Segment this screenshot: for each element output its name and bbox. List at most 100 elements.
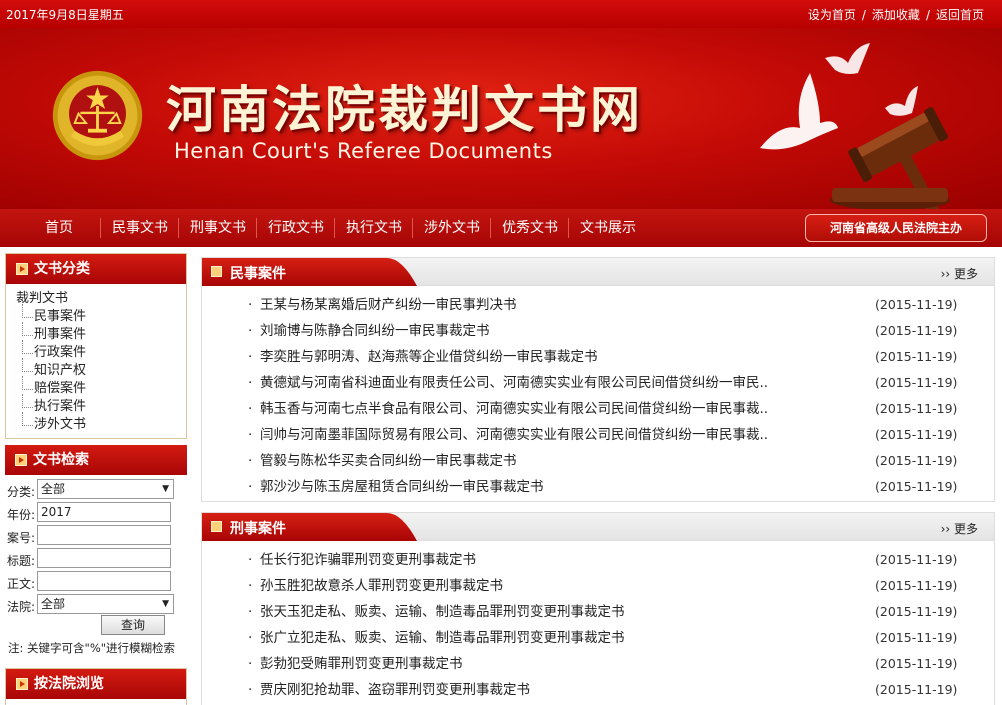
top-bar: 2017年9月8日星期五 设为首页 / 添加收藏 / 返回首页 [0,0,1002,28]
list-item[interactable]: · 孙玉胜犯故意杀人罪刑罚变更刑事裁定书 (2015-11-19) [202,573,994,599]
search-header: 文书检索 [5,445,187,475]
tree-item-ip[interactable]: 知识产权 [16,358,186,380]
list-item[interactable]: · 黄德斌与河南省科迪面业有限责任公司、河南德实实业有限公司民间借贷纠纷一审民..… [202,370,994,396]
form-row-case-no: 案号: [5,524,187,547]
tree-item-criminal[interactable]: 刑事案件 [16,322,186,344]
arrow-square-icon [211,266,222,277]
case-title[interactable]: 黄德斌与河南省科迪面业有限责任公司、河南德实实业有限公司民间借贷纠纷一审民.. [260,370,800,396]
criminal-panel-header: 刑事案件 ›› 更多 [202,513,994,541]
nav-divider [490,218,491,238]
form-row-court: 法院: 全部 [5,593,187,616]
arrow-square-icon [16,263,28,275]
category-tree: 裁判文书 民事案件 刑事案件 行政案件 知识产权 赔偿案件 执行案件 涉外文书 [6,284,186,434]
list-item[interactable]: · 李奕胜与郭明涛、赵海燕等企业借贷纠纷一审民事裁定书 (2015-11-19) [202,344,994,370]
bullet: · [248,656,253,672]
civil-more-link[interactable]: ›› 更多 [941,265,978,282]
nav-item-excellent[interactable]: 优秀文书 [502,209,558,247]
list-item[interactable]: · 张天玉犯走私、贩卖、运输、制造毒品罪刑罚变更刑事裁定书 (2015-11-19) [202,599,994,625]
case-date: (2015-11-19) [875,656,958,671]
body-input[interactable] [37,571,171,591]
back-home-link[interactable]: 返回首页 [936,8,984,22]
category-select[interactable]: 全部 [37,479,174,499]
nav-divider [256,218,257,238]
case-no-input[interactable] [37,525,171,545]
case-date: (2015-11-19) [875,479,958,494]
case-title[interactable]: 孙玉胜犯故意杀人罪刑罚变更刑事裁定书 [260,573,800,599]
case-title[interactable]: 彭勃犯受贿罪刑罚变更刑事裁定书 [260,651,800,677]
bullet: · [248,375,253,391]
main-nav: 首页 民事文书 刑事文书 行政文书 执行文书 涉外文书 优秀文书 文书展示 河南… [0,209,1002,247]
criminal-more-link[interactable]: ›› 更多 [941,520,978,537]
bullet: · [248,552,253,568]
year-label: 年份: [7,508,36,522]
case-title[interactable]: 任长行犯诈骗罪刑罚变更刑事裁定书 [260,547,800,573]
case-title[interactable]: 韩玉香与河南七点半食品有限公司、河南德实实业有限公司民间借贷纠纷一审民事裁.. [260,396,800,422]
case-date: (2015-11-19) [875,630,958,645]
tree-item-compensation[interactable]: 赔偿案件 [16,376,186,398]
case-date: (2015-11-19) [875,552,958,567]
nav-item-civil[interactable]: 民事文书 [112,209,168,247]
year-input[interactable]: 2017 [37,502,171,522]
case-title[interactable]: 郭沙沙与陈玉房屋租赁合同纠纷一审民事裁定书 [260,474,800,500]
court-select[interactable]: 全部 [37,594,174,614]
civil-panel-title: 民事案件 [230,266,286,282]
case-date: (2015-11-19) [875,401,958,416]
search-hint: 注: 关键字可含"%"进行模糊检索 [8,641,176,655]
search-form: 分类: 全部 年份: 2017 案号: 标题: 正文: 法院: 全部 [5,478,187,616]
tree-item-execution[interactable]: 执行案件 [16,394,186,416]
nav-item-foreign[interactable]: 涉外文书 [424,209,480,247]
nav-item-showcase[interactable]: 文书展示 [580,209,636,247]
site-banner: 河南法院裁判文书网 Henan Court's Referee Document… [0,28,1002,209]
arrow-square-icon [15,454,27,466]
add-favorite-link[interactable]: 添加收藏 [872,8,920,22]
tree-item-administrative[interactable]: 行政案件 [16,340,186,362]
case-title[interactable]: 刘瑜博与陈静合同纠纷一审民事裁定书 [260,318,800,344]
browse-title: 按法院浏览 [34,676,104,692]
title-label: 标题: [7,554,36,568]
form-row-year: 年份: 2017 [5,501,187,524]
nav-divider [568,218,569,238]
case-title[interactable]: 李奕胜与郭明涛、赵海燕等企业借贷纠纷一审民事裁定书 [260,344,800,370]
list-item[interactable]: · 贾庆刚犯抢劫罪、盗窃罪刑罚变更刑事裁定书 (2015-11-19) [202,677,994,703]
form-row-title: 标题: [5,547,187,570]
list-item[interactable]: · 王某与杨某离婚后财产纠纷一审民事判决书 (2015-11-19) [202,292,994,318]
list-item[interactable]: · 郭沙沙与陈玉房屋租赁合同纠纷一审民事裁定书 (2015-11-19) [202,474,994,500]
case-title[interactable]: 张天玉犯走私、贩卖、运输、制造毒品罪刑罚变更刑事裁定书 [260,599,800,625]
list-item[interactable]: · 彭勃犯受贿罪刑罚变更刑事裁定书 (2015-11-19) [202,651,994,677]
criminal-panel-title: 刑事案件 [230,521,286,537]
list-item[interactable]: · 韩玉香与河南七点半食品有限公司、河南德实实业有限公司民间借贷纠纷一审民事裁..… [202,396,994,422]
case-title[interactable]: 贾庆刚犯抢劫罪、盗窃罪刑罚变更刑事裁定书 [260,677,800,703]
bullet: · [248,427,253,443]
case-title[interactable]: 王某与杨某离婚后财产纠纷一审民事判决书 [260,292,800,318]
list-item[interactable]: · 闫帅与河南墨菲国际贸易有限公司、河南德实实业有限公司民间借贷纠纷一审民事裁..… [202,422,994,448]
case-no-label: 案号: [7,531,36,545]
nav-item-administrative[interactable]: 行政文书 [268,209,324,247]
nav-item-execution[interactable]: 执行文书 [346,209,402,247]
case-title[interactable]: 闫帅与河南墨菲国际贸易有限公司、河南德实实业有限公司民间借贷纠纷一审民事裁.. [260,422,800,448]
link-separator: / [861,8,866,22]
nav-item-criminal[interactable]: 刑事文书 [190,209,246,247]
nav-divider [100,218,101,238]
list-item[interactable]: · 任长行犯诈骗罪刑罚变更刑事裁定书 (2015-11-19) [202,547,994,573]
list-item[interactable]: · 张广立犯走私、贩卖、运输、制造毒品罪刑罚变更刑事裁定书 (2015-11-19) [202,625,994,651]
sponsor-badge: 河南省高级人民法院主办 [805,214,987,242]
case-title[interactable]: 张广立犯走私、贩卖、运输、制造毒品罪刑罚变更刑事裁定书 [260,625,800,651]
tree-item-civil[interactable]: 民事案件 [16,304,186,326]
nav-item-home[interactable]: 首页 [45,209,73,247]
arrow-square-icon [16,678,28,690]
title-input[interactable] [37,548,171,568]
set-homepage-link[interactable]: 设为首页 [808,8,856,22]
civil-panel: 民事案件 ›› 更多 · 王某与杨某离婚后财产纠纷一审民事判决书 (2015-11-… [201,257,995,502]
body-label: 正文: [7,577,36,591]
form-row-category: 分类: 全部 [5,478,187,501]
case-title[interactable]: 管毅与陈松华买卖合同纠纷一审民事裁定书 [260,448,800,474]
case-date: (2015-11-19) [875,453,958,468]
list-item[interactable]: · 管毅与陈松华买卖合同纠纷一审民事裁定书 (2015-11-19) [202,448,994,474]
case-date: (2015-11-19) [875,604,958,619]
list-item[interactable]: · 刘瑜博与陈静合同纠纷一审民事裁定书 (2015-11-19) [202,318,994,344]
tree-item-foreign[interactable]: 涉外文书 [16,412,186,434]
bullet: · [248,682,253,698]
tree-root[interactable]: 裁判文书 [16,290,186,308]
category-label: 分类: [7,485,36,499]
query-button[interactable]: 查询 [101,615,165,635]
